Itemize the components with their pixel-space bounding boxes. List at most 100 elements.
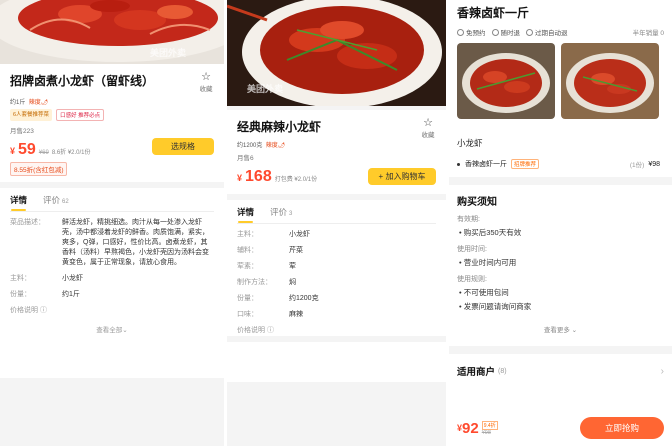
tab-reviews[interactable]: 评价 3 <box>270 206 292 218</box>
detail-value: 小龙虾 <box>62 275 83 282</box>
detail-row: 辅料： 芹菜 <box>237 247 303 254</box>
package-title: 小龙虾 <box>457 138 483 148</box>
price-note[interactable]: 价格说明 ⓘ <box>237 326 436 336</box>
price: 92 <box>462 419 479 437</box>
detail-key: 主料： <box>10 275 31 282</box>
rule-value: 营业时间内可用 <box>449 254 672 268</box>
detail-value: 约1斤 <box>62 291 80 298</box>
rule-value: 发票问题请询问商家 <box>449 298 672 312</box>
detail-tabs: 详情 评价 62 <box>10 188 214 212</box>
detail-row: 口味： 麻辣 <box>237 311 303 318</box>
tab-reviews[interactable]: 评价 62 <box>43 194 69 206</box>
rule-value: 购买后350天有效 <box>449 224 672 238</box>
check-circle-icon <box>526 29 533 36</box>
rule-label: 使用时间: <box>457 246 487 253</box>
spicy-level: 辣度🌶 <box>265 143 286 149</box>
detail-key: 份量： <box>10 291 31 298</box>
package-price: ¥98 <box>648 160 660 168</box>
check-circle-icon <box>457 29 464 36</box>
recommend-tag: 招牌推荐 <box>511 159 540 169</box>
favorite-label: 收藏 <box>199 86 213 93</box>
favorite-button[interactable]: ☆ 收藏 <box>198 71 214 94</box>
price: 168 <box>245 168 272 185</box>
detail-key: 菜品描述： <box>10 219 45 226</box>
buy-now-button[interactable]: 立即抢购 <box>580 417 664 439</box>
detail-row: 份量： 约1斤 <box>10 290 214 300</box>
tab-details[interactable]: 详情 <box>10 194 27 211</box>
package-item: 香辣卤虾一斤 招牌推荐 (1份) ¥98 <box>449 149 672 169</box>
discount-rate: 9.4折 <box>481 420 498 430</box>
package-qty: (1份) <box>629 162 645 169</box>
dish-photo: 美团外卖 <box>0 0 224 64</box>
detail-section: 详情 评价 62 菜品描述： 鲜活龙虾，精挑细选。肉汁从每一处渗入龙虾壳，汤中都浸… <box>0 188 224 378</box>
rule-label: 使用规则: <box>457 276 487 283</box>
applicable-merchants[interactable]: 适用商户 (8) › <box>449 354 672 379</box>
select-spec-button[interactable]: 选规格 <box>152 138 214 155</box>
deal-photo[interactable] <box>457 43 555 119</box>
merchants-count: (8) <box>498 367 507 375</box>
dish-title: 招牌卤煮小龙虾（留虾线） <box>10 74 155 88</box>
detail-tabs: 详情 评价 3 <box>237 200 436 224</box>
divider <box>449 346 672 354</box>
chip-refund-anytime: 随时退 <box>491 27 520 37</box>
buy-bar: ¥92 9.4折 ¥98 立即抢购 <box>449 410 672 446</box>
detail-row: 荤素：荤 <box>237 263 296 270</box>
purchase-notes-title: 购买须知 <box>457 197 497 208</box>
chip-auto-refund: 过期自动退 <box>526 27 568 37</box>
price: 59 <box>18 141 36 158</box>
favorite-button[interactable]: ☆ 收藏 <box>420 117 436 140</box>
spicy-level: 辣度🌶 <box>28 100 49 106</box>
half-year-sales: 半年销量 0 <box>632 30 664 37</box>
tag-row: 6人套餐推荐菜 口感好 推荐必点 <box>10 109 214 121</box>
add-to-cart-button[interactable]: + 加入购物车 <box>368 168 436 185</box>
check-circle-icon <box>491 29 499 36</box>
detail-row: 菜品描述： 鲜活龙虾，精挑细选。肉汁从每一处渗入龙虾壳，汤中都浸着龙虾的鲜香。肉… <box>10 218 214 268</box>
detail-row: 份量： 约1200克 <box>237 295 319 302</box>
taste-tag: 口感好 推荐必点 <box>56 109 105 121</box>
original-price: ¥69 <box>38 150 49 156</box>
detail-row: 主料： 小龙虾 <box>237 231 310 238</box>
dish-detail-panel-2: 美团外卖 经典麻辣小龙虾 ☆ 收藏 约1200克 辣度🌶 月售6 ¥168 打包… <box>227 0 446 446</box>
dish-info-card: 招牌卤煮小龙虾（留虾线） ☆ 收藏 约1斤 辣度🌶 6人套餐推荐菜 口感好 推荐… <box>0 64 224 182</box>
discount-text: 8.6折 ¥2.0/1份 <box>51 150 91 156</box>
deal-title: 香辣卤虾一斤 <box>457 6 530 20</box>
group-deal-panel: 香辣卤虾一斤 免预约 随时退 过期自动退 半年销量 0 小龙虾 香辣卤虾一斤 招… <box>449 0 672 446</box>
detail-value: 鲜活龙虾，精挑细选。肉汁从每一处渗入龙虾壳，汤中都浸着龙虾的鲜香。肉质饱满，紧实… <box>62 219 209 266</box>
next-card <box>227 342 446 382</box>
monthly-sales: 月售6 <box>237 155 254 162</box>
dish-title: 经典麻辣小龙虾 <box>237 120 322 134</box>
deal-chips: 免预约 随时退 过期自动退 半年销量 0 <box>457 27 664 37</box>
detail-section: 详情 评价 3 主料： 小龙虾 辅料： 芹菜 荤素：荤 制作方法：焖 份量： 约1200… <box>227 200 446 336</box>
detail-row: 主料： 小龙虾 <box>10 274 214 284</box>
monthly-sales: 月售223 <box>10 128 34 135</box>
coupon-badge: 8.55折(含红包减) <box>10 162 68 176</box>
discount-badge: 9.4折 ¥98 <box>481 420 498 436</box>
deal-photo[interactable] <box>561 43 659 119</box>
rule-label: 有效期: <box>457 216 480 223</box>
star-icon: ☆ <box>423 117 433 129</box>
dish-detail-panel-1: 美团外卖 招牌卤煮小龙虾（留虾线） ☆ 收藏 约1斤 辣度🌶 6人套餐推荐菜 口… <box>0 0 224 446</box>
rule-value: 不可使用包间 <box>449 284 672 298</box>
star-icon: ☆ <box>201 71 211 83</box>
divider <box>449 177 672 185</box>
weight-text: 约1斤 <box>10 100 26 106</box>
original-price: ¥98 <box>481 429 491 436</box>
currency-symbol: ¥ <box>10 146 16 156</box>
detail-row: 制作方法：焖 <box>237 279 296 286</box>
dish-info-card: 经典麻辣小龙虾 ☆ 收藏 约1200克 辣度🌶 月售6 ¥168 打包费 ¥2.… <box>227 110 446 194</box>
see-all-button[interactable]: 查看全部⌄ <box>10 324 214 334</box>
tab-details[interactable]: 详情 <box>237 206 254 223</box>
merchants-title: 适用商户 <box>457 367 496 378</box>
discount-text: 打包费 ¥2.0/1份 <box>274 177 318 183</box>
package-item-name: 香辣卤虾一斤 <box>465 161 507 168</box>
deal-thumbnails <box>449 37 672 119</box>
currency-symbol: ¥ <box>237 173 243 183</box>
price-note[interactable]: 价格说明 ⓘ <box>10 306 214 316</box>
dish-meta: 约1斤 辣度🌶 <box>10 97 214 106</box>
dish-meta: 约1200克 辣度🌶 <box>237 140 436 149</box>
chevron-right-icon: › <box>660 365 664 377</box>
see-more-button[interactable]: 查看更多 ⌄ <box>449 312 672 334</box>
favorite-label: 收藏 <box>421 132 435 139</box>
deal-header: 香辣卤虾一斤 免预约 随时退 过期自动退 半年销量 0 <box>449 0 672 37</box>
weight-text: 约1200克 <box>237 143 263 149</box>
